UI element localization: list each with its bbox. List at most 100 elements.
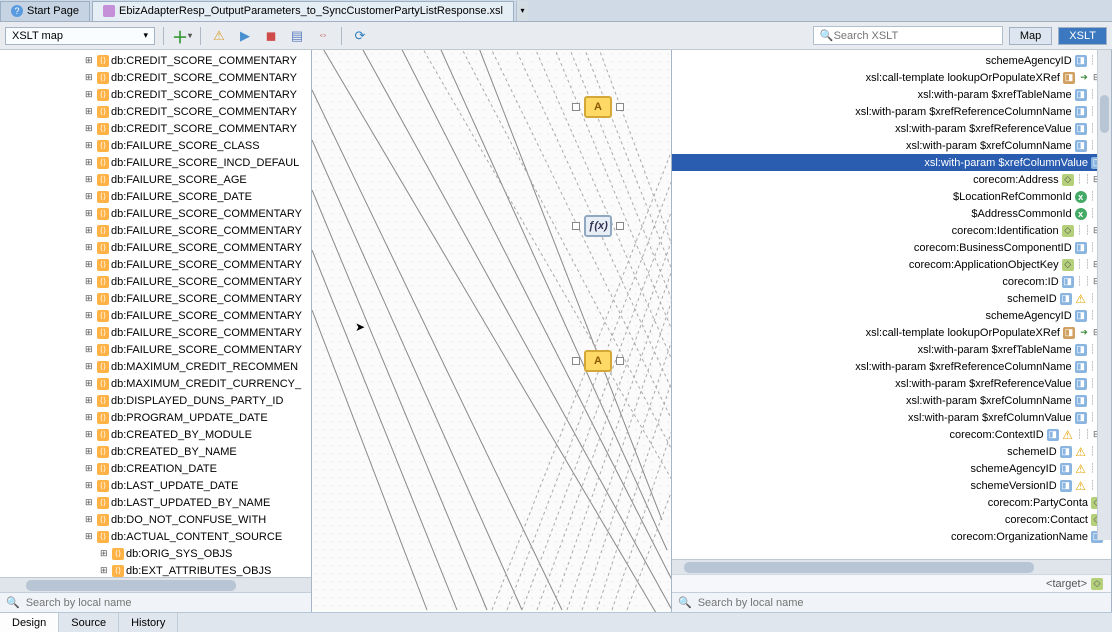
expander-icon[interactable]: ⊞ xyxy=(85,293,95,304)
conn-handle-right[interactable] xyxy=(616,222,624,230)
source-tree-row[interactable]: ⊞⟨⟩db:LAST_UPDATE_DATE xyxy=(0,477,311,494)
tab-start-page[interactable]: ? Start Page xyxy=(0,1,90,21)
source-tree-row[interactable]: ⊞⟨⟩db:FAILURE_SCORE_AGE xyxy=(0,171,311,188)
map-view-toggle[interactable]: Map xyxy=(1009,27,1052,45)
target-tree-row[interactable]: xsl:with-param $xrefColumnName◨┊ ┊ xyxy=(672,137,1111,154)
source-tree-row[interactable]: ⊞⟨⟩db:CREDIT_SCORE_COMMENTARY xyxy=(0,86,311,103)
target-tree-row[interactable]: xsl:with-param $xrefReferenceColumnName◨… xyxy=(672,358,1111,375)
expander-icon[interactable]: ⊞ xyxy=(85,429,95,440)
search-xslt-input[interactable] xyxy=(834,30,996,42)
target-tree-row[interactable]: xsl:with-param $xrefTableName◨┊ ┊ xyxy=(672,86,1111,103)
conn-handle-left[interactable] xyxy=(572,103,580,111)
target-tree-row[interactable]: corecom:ApplicationObjectKey◇┊ ┊⊟ xyxy=(672,256,1111,273)
target-tree-row[interactable]: $LocationRefCommonIdx┊ ┊ xyxy=(672,188,1111,205)
target-tree-row[interactable]: xsl:call-template lookupOrPopulateXRef◨➔… xyxy=(672,69,1111,86)
target-tree-row[interactable]: corecom:OrganizationName◨ xyxy=(672,528,1111,545)
expander-icon[interactable]: ⊞ xyxy=(85,242,95,253)
expander-icon[interactable]: ⊞ xyxy=(85,531,95,542)
target-tree-row[interactable]: xsl:with-param $xrefReferenceValue◨┊ ┊ xyxy=(672,375,1111,392)
source-tree-row[interactable]: ⊞⟨⟩db:DO_NOT_CONFUSE_WITH xyxy=(0,511,311,528)
match-icon[interactable]: ⇔ xyxy=(313,26,333,46)
conn-handle-right[interactable] xyxy=(616,357,624,365)
source-hscrollbar[interactable] xyxy=(0,577,311,592)
source-tree-row[interactable]: ⊞⟨⟩db:ACTUAL_CONTENT_SOURCE xyxy=(0,528,311,545)
add-button[interactable]: ＋▾ xyxy=(172,26,192,46)
source-tree-row[interactable]: ⊞⟨⟩db:MAXIMUM_CREDIT_CURRENCY_ xyxy=(0,375,311,392)
target-vscrollbar[interactable] xyxy=(1097,50,1111,540)
target-tree-row[interactable]: $AddressCommonIdx┊ ┊ xyxy=(672,205,1111,222)
tab-editor-file[interactable]: EbizAdapterResp_OutputParameters_to_Sync… xyxy=(92,1,514,21)
target-tree-row[interactable]: schemeAgencyID◨┊ ┊ xyxy=(672,52,1111,69)
expander-icon[interactable]: ⊞ xyxy=(85,259,95,270)
target-tree[interactable]: schemeAgencyID◨┊ ┊xsl:call-template look… xyxy=(672,50,1111,559)
target-tree-row[interactable]: schemeAgencyID◨┊ ┊ xyxy=(672,307,1111,324)
source-tree-row[interactable]: ⊞⟨⟩db:CREATED_BY_MODULE xyxy=(0,426,311,443)
target-tree-row[interactable]: schemeVersionID◨⚠┊ ┊ xyxy=(672,477,1111,494)
target-tree-row[interactable]: corecom:PartyConta◇ xyxy=(672,494,1111,511)
mapping-canvas[interactable]: A ƒ(x) A ➤ xyxy=(312,50,671,612)
source-tree-row[interactable]: ⊞⟨⟩db:FAILURE_SCORE_COMMENTARY xyxy=(0,307,311,324)
tab-history[interactable]: History xyxy=(119,613,178,632)
expander-icon[interactable]: ⊞ xyxy=(85,276,95,287)
source-tree-row[interactable]: ⊞⟨⟩db:CREDIT_SCORE_COMMENTARY xyxy=(0,103,311,120)
expander-icon[interactable]: ⊞ xyxy=(85,463,95,474)
tab-overflow-dropdown[interactable]: ▾ xyxy=(516,1,528,21)
expander-icon[interactable]: ⊞ xyxy=(85,140,95,151)
expander-icon[interactable]: ⊞ xyxy=(85,174,95,185)
tab-design[interactable]: Design xyxy=(0,613,59,632)
target-tree-row[interactable]: corecom:ID◨┊ ┊⊟ xyxy=(672,273,1111,290)
expander-icon[interactable]: ⊞ xyxy=(85,480,95,491)
expander-icon[interactable]: ⊞ xyxy=(85,157,95,168)
target-tree-row[interactable]: xsl:call-template lookupOrPopulateXRef◨➔… xyxy=(672,324,1111,341)
source-tree-row[interactable]: ⊞⟨⟩db:ORIG_SYS_OBJS xyxy=(0,545,311,562)
expander-icon[interactable]: ⊞ xyxy=(100,565,110,576)
target-tree-row[interactable]: xsl:with-param $xrefReferenceValue◨┊ ┊ xyxy=(672,120,1111,137)
expander-icon[interactable]: ⊞ xyxy=(85,327,95,338)
target-tree-row[interactable]: corecom:BusinessComponentID◨┊ ┊ xyxy=(672,239,1111,256)
source-tree[interactable]: ⊞⟨⟩db:CREDIT_SCORE_COMMENTARY⊞⟨⟩db:CREDI… xyxy=(0,50,311,577)
source-tree-row[interactable]: ⊞⟨⟩db:FAILURE_SCORE_COMMENTARY xyxy=(0,273,311,290)
expander-icon[interactable]: ⊞ xyxy=(85,89,95,100)
source-tree-row[interactable]: ⊞⟨⟩db:FAILURE_SCORE_COMMENTARY xyxy=(0,324,311,341)
xslt-view-toggle[interactable]: XSLT xyxy=(1058,27,1107,45)
test-icon[interactable]: ▶ xyxy=(235,26,255,46)
expander-icon[interactable]: ⊞ xyxy=(85,344,95,355)
target-tree-row[interactable]: schemeID◨⚠┊ ┊ xyxy=(672,290,1111,307)
target-tree-row[interactable]: corecom:Address◇┊ ┊⊟ xyxy=(672,171,1111,188)
source-tree-row[interactable]: ⊞⟨⟩db:CREDIT_SCORE_COMMENTARY xyxy=(0,120,311,137)
source-tree-row[interactable]: ⊞⟨⟩db:FAILURE_SCORE_COMMENTARY xyxy=(0,290,311,307)
expander-icon[interactable]: ⊞ xyxy=(85,446,95,457)
source-tree-row[interactable]: ⊞⟨⟩db:EXT_ATTRIBUTES_OBJS xyxy=(0,562,311,577)
expander-icon[interactable]: ⊞ xyxy=(85,72,95,83)
function-node-fx[interactable]: ƒ(x) xyxy=(584,215,612,237)
expander-icon[interactable]: ⊞ xyxy=(85,55,95,66)
source-tree-row[interactable]: ⊞⟨⟩db:FAILURE_SCORE_COMMENTARY xyxy=(0,205,311,222)
validate-icon[interactable]: ⚠ xyxy=(209,26,229,46)
source-tree-row[interactable]: ⊞⟨⟩db:LAST_UPDATED_BY_NAME xyxy=(0,494,311,511)
refresh-icon[interactable]: ⟳ xyxy=(350,26,370,46)
conn-handle-right[interactable] xyxy=(616,103,624,111)
expander-icon[interactable]: ⊞ xyxy=(85,412,95,423)
expander-icon[interactable]: ⊞ xyxy=(85,208,95,219)
expander-icon[interactable]: ⊞ xyxy=(85,497,95,508)
expander-icon[interactable]: ⊞ xyxy=(85,395,95,406)
target-tree-row[interactable]: xsl:with-param $xrefColumnValue◨┊ ┊ xyxy=(672,409,1111,426)
docs-icon[interactable]: ▤ xyxy=(287,26,307,46)
source-search-input[interactable] xyxy=(26,597,305,609)
source-tree-row[interactable]: ⊞⟨⟩db:CREATION_DATE xyxy=(0,460,311,477)
source-tree-row[interactable]: ⊞⟨⟩db:FAILURE_SCORE_COMMENTARY xyxy=(0,256,311,273)
source-tree-row[interactable]: ⊞⟨⟩db:FAILURE_SCORE_COMMENTARY xyxy=(0,341,311,358)
function-node-a1[interactable]: A xyxy=(584,96,612,118)
function-node-a2[interactable]: A xyxy=(584,350,612,372)
source-tree-row[interactable]: ⊞⟨⟩db:FAILURE_SCORE_INCD_DEFAUL xyxy=(0,154,311,171)
source-tree-row[interactable]: ⊞⟨⟩db:MAXIMUM_CREDIT_RECOMMEN xyxy=(0,358,311,375)
target-tree-row[interactable]: xsl:with-param $xrefColumnName◨┊ ┊ xyxy=(672,392,1111,409)
expander-icon[interactable]: ⊞ xyxy=(85,310,95,321)
search-xslt-box[interactable]: 🔍 xyxy=(813,26,1003,45)
target-tree-row[interactable]: schemeID◨⚠┊ ┊ xyxy=(672,443,1111,460)
expander-icon[interactable]: ⊞ xyxy=(85,225,95,236)
source-tree-row[interactable]: ⊞⟨⟩db:PROGRAM_UPDATE_DATE xyxy=(0,409,311,426)
target-search-input[interactable] xyxy=(698,597,1105,609)
run-icon[interactable]: ◼ xyxy=(261,26,281,46)
expander-icon[interactable]: ⊞ xyxy=(85,514,95,525)
